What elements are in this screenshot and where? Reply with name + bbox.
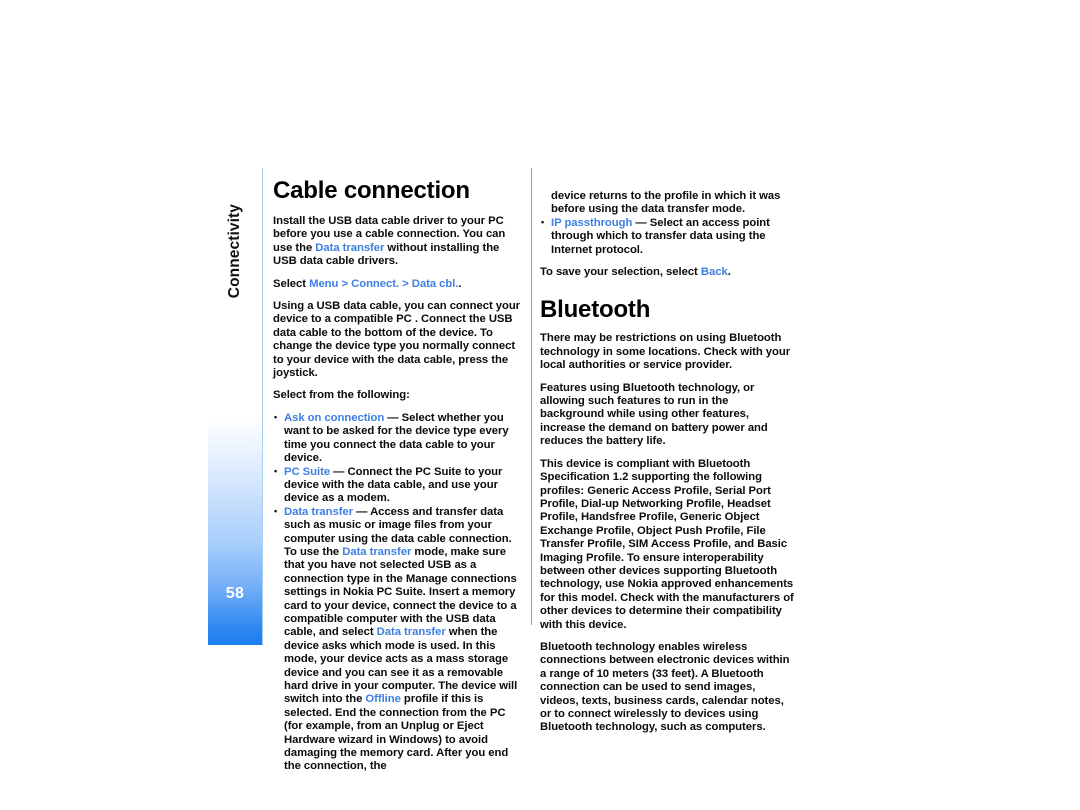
save-suffix: . bbox=[727, 266, 731, 279]
save-prefix: To save your selection, select bbox=[540, 266, 701, 279]
term-data-transfer[interactable]: Data transfer bbox=[284, 506, 353, 518]
manual-page: Connectivity 58 Cable connection Install… bbox=[0, 0, 1080, 810]
dash-0: — bbox=[384, 411, 402, 424]
connection-mode-list: Ask on connection — Select whether you w… bbox=[273, 411, 523, 774]
page-title: Cable connection bbox=[273, 177, 470, 204]
list-item: Ask on connection — Select whether you w… bbox=[273, 411, 523, 466]
link-connect[interactable]: Connect. bbox=[351, 278, 399, 290]
bluetooth-paragraph-2: Features using Bluetooth technology, or … bbox=[540, 381, 768, 448]
link-data-transfer[interactable]: Data transfer bbox=[315, 242, 384, 254]
path-separator-1: > bbox=[338, 277, 352, 290]
dash-1: — bbox=[330, 465, 348, 478]
list-item: Data transfer — Access and transfer data… bbox=[273, 505, 523, 774]
right-column: device returns to the profile in which i… bbox=[540, 190, 795, 744]
bluetooth-paragraph-3: This device is compliant with Bluetooth … bbox=[540, 457, 794, 631]
intro-paragraph: Install the USB data cable driver to you… bbox=[273, 215, 523, 269]
link-data-cbl[interactable]: Data cbl. bbox=[412, 278, 459, 290]
list-item: PC Suite — Connect the PC Suite to your … bbox=[273, 465, 523, 506]
bluetooth-paragraph-4: Bluetooth technology enables wireless co… bbox=[540, 640, 790, 734]
select-prefix: Select bbox=[273, 277, 310, 290]
usage-paragraph: Using a USB data cable, you can connect … bbox=[273, 300, 521, 380]
link-data-transfer-inline-1[interactable]: Data transfer bbox=[342, 546, 411, 558]
save-selection-paragraph: To save your selection, select Back. bbox=[540, 266, 795, 279]
menu-path-paragraph: Select Menu > Connect. > Data cbl.. bbox=[273, 278, 523, 291]
sidebar-chapter-tab: Connectivity bbox=[208, 168, 262, 298]
dash-ip: — bbox=[632, 216, 650, 229]
continuation-paragraph: device returns to the profile in which i… bbox=[551, 190, 781, 216]
desc-data-transfer-2: mode, make sure that you have not select… bbox=[284, 545, 517, 639]
bluetooth-heading: Bluetooth bbox=[540, 296, 651, 324]
column-divider-rule bbox=[531, 168, 532, 625]
select-following-paragraph: Select from the following: bbox=[273, 389, 410, 402]
dash-2: — bbox=[353, 505, 371, 518]
link-offline[interactable]: Offline bbox=[365, 693, 400, 705]
left-column-rule bbox=[262, 168, 263, 645]
term-ip-passthrough[interactable]: IP passthrough bbox=[551, 217, 632, 229]
bluetooth-paragraph-1: There may be restrictions on using Bluet… bbox=[540, 332, 791, 372]
left-column: Cable connection Install the USB data ca… bbox=[273, 178, 523, 783]
page-number: 58 bbox=[225, 585, 245, 602]
list-item: IP passthrough — Select an access point … bbox=[540, 216, 795, 257]
sidebar-chapter-label: Connectivity bbox=[226, 203, 243, 298]
path-separator-2: > bbox=[399, 277, 412, 290]
link-back[interactable]: Back bbox=[701, 266, 728, 278]
link-data-transfer-inline-2[interactable]: Data transfer bbox=[377, 626, 446, 638]
term-ask-on-connection[interactable]: Ask on connection bbox=[284, 412, 384, 424]
term-pc-suite[interactable]: PC Suite bbox=[284, 466, 330, 478]
ip-passthrough-list: IP passthrough — Select an access point … bbox=[540, 216, 795, 257]
link-menu[interactable]: Menu bbox=[309, 278, 338, 290]
select-suffix: . bbox=[458, 277, 462, 290]
